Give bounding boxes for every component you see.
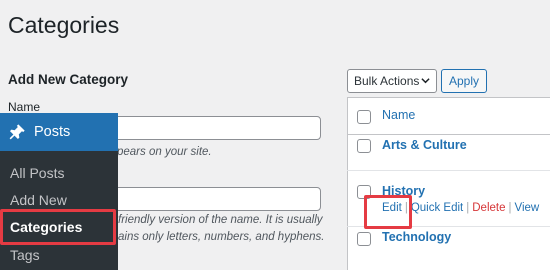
separator: | [466,202,470,214]
categories-highlight-box [0,209,116,245]
name-field-label: Name [8,100,41,114]
apply-button[interactable]: Apply [441,69,487,93]
row-checkbox[interactable] [357,232,371,246]
add-category-heading: Add New Category [8,72,129,87]
slug-help-text-continued: ains only letters, numbers, and hyphens. [118,231,325,243]
page-title: Categories [8,12,120,38]
submenu-tags[interactable]: Tags [10,247,40,263]
table-header [347,97,550,135]
pushpin-icon [9,124,25,140]
category-link[interactable]: Arts & Culture [382,138,467,152]
category-link[interactable]: Technology [382,230,451,244]
separator: | [508,202,512,214]
edit-highlight-box [364,195,412,229]
delete-link[interactable]: Delete [472,202,505,214]
menu-item-posts[interactable]: Posts [0,113,118,151]
slug-help-text: friendly version of the name. It is usua… [118,214,323,226]
name-help-text: pears on your site. [117,146,212,158]
select-all-checkbox[interactable] [357,110,371,124]
name-column-header[interactable]: Name [382,108,415,122]
view-link[interactable]: View [515,202,540,214]
bulk-actions-select[interactable]: Bulk Actions [347,69,437,93]
row-checkbox[interactable] [357,139,371,153]
bulk-actions-label: Bulk Actions [354,74,420,88]
submenu-all-posts[interactable]: All Posts [10,165,64,181]
quick-edit-link[interactable]: Quick Edit [411,202,463,214]
menu-posts-label: Posts [34,124,71,140]
submenu-add-new[interactable]: Add New [10,192,67,208]
chevron-down-icon [421,78,430,84]
